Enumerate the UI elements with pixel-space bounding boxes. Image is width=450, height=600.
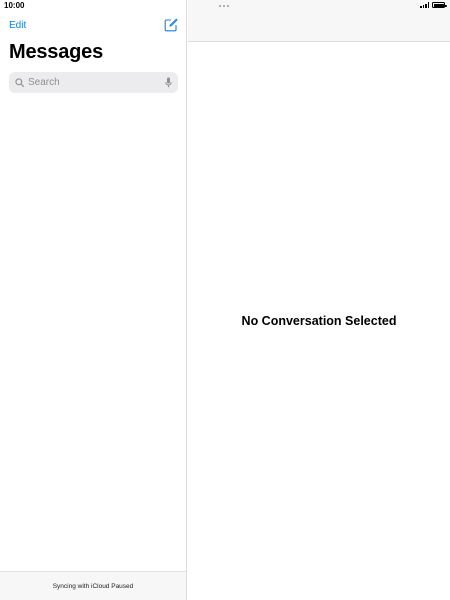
search-input[interactable] (28, 77, 165, 88)
compose-icon (164, 18, 178, 32)
status-time: 10:00 (4, 1, 25, 10)
status-indicators (420, 2, 447, 8)
search-field[interactable] (9, 72, 178, 93)
page-title: Messages (9, 41, 104, 63)
conversation-sidebar: Edit Messages Syncing with iCloud Paused (0, 0, 187, 600)
search-icon (15, 78, 24, 87)
edit-button[interactable]: Edit (9, 20, 26, 31)
conversation-detail-pane: No Conversation Selected (188, 0, 450, 600)
multitasking-dots-icon[interactable] (219, 5, 229, 7)
battery-level (433, 3, 444, 7)
signal-icon (420, 2, 429, 8)
detail-header (188, 0, 450, 42)
microphone-icon[interactable] (165, 77, 172, 88)
battery-icon (432, 2, 447, 8)
empty-state-message: No Conversation Selected (241, 314, 397, 328)
compose-button[interactable] (164, 18, 178, 32)
sync-status-text: Syncing with iCloud Paused (52, 582, 134, 590)
messages-app: Edit Messages Syncing with iCloud Paused (0, 0, 450, 600)
sync-status-bar: Syncing with iCloud Paused (0, 571, 186, 600)
